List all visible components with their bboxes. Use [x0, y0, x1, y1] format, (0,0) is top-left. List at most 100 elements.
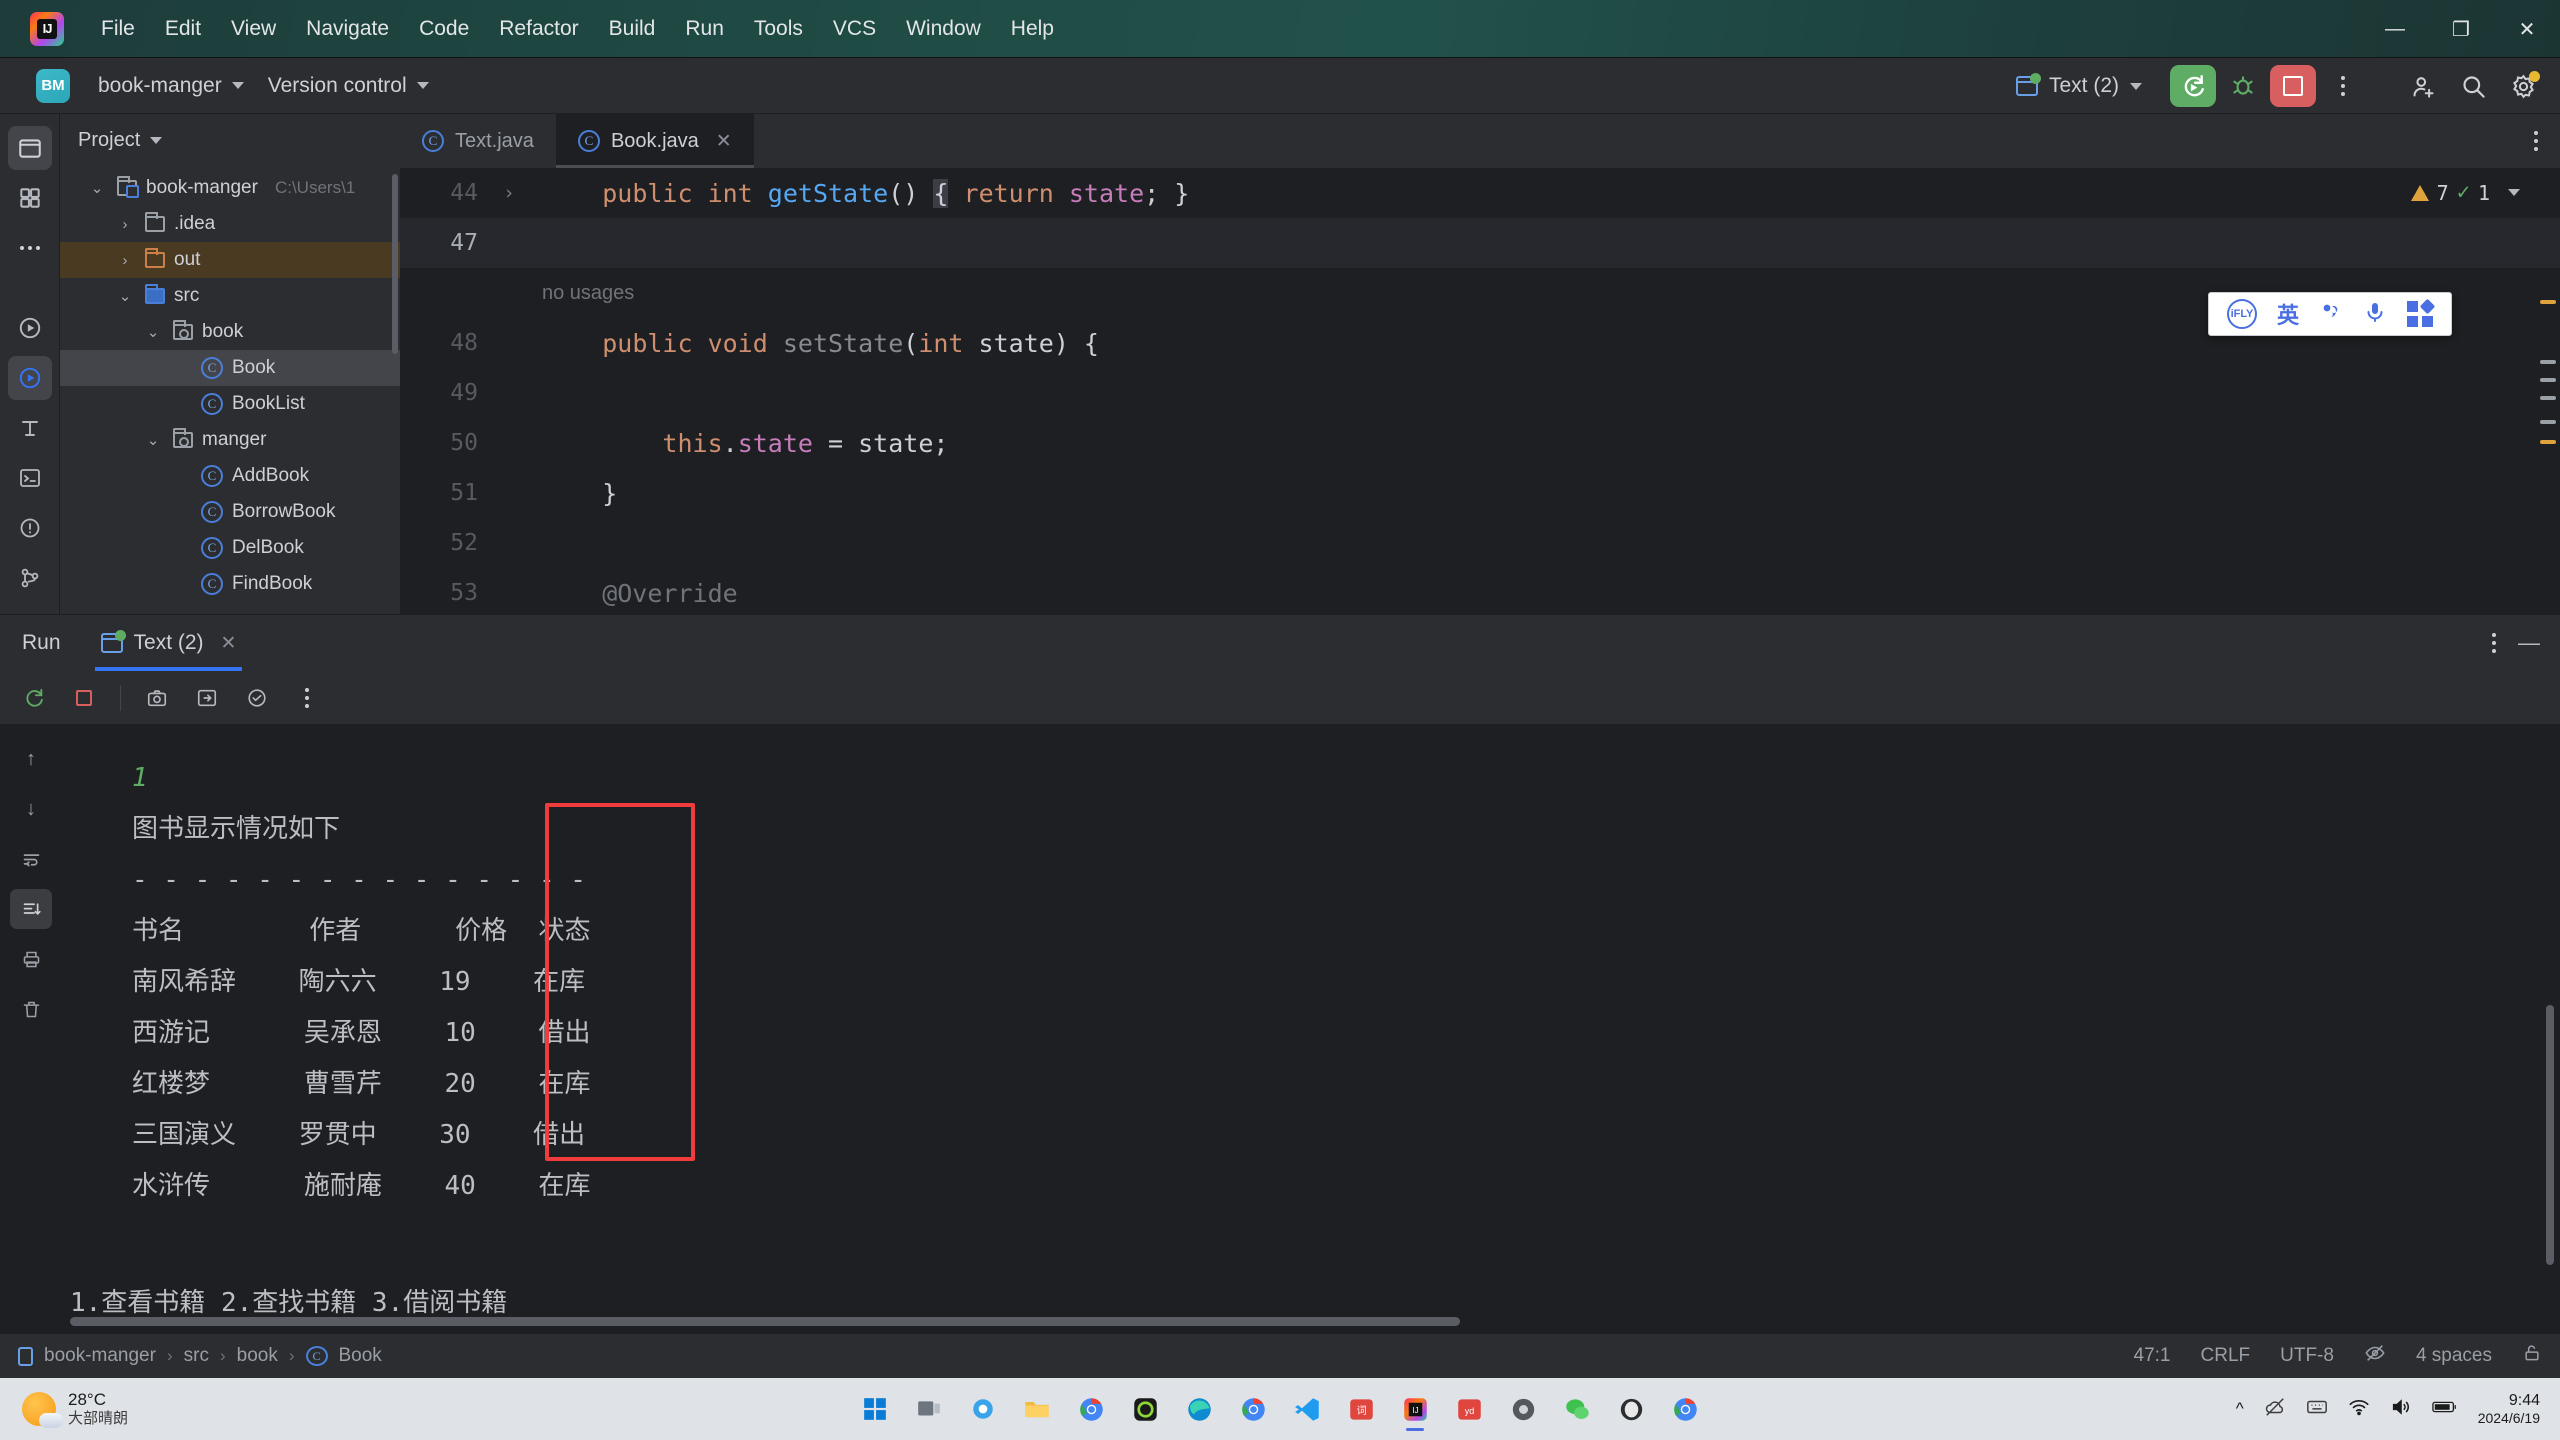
vscode-icon[interactable]	[1283, 1385, 1331, 1433]
file-encoding[interactable]: UTF-8	[2280, 1345, 2334, 1367]
print-icon[interactable]	[10, 939, 52, 979]
terminal-tool-button[interactable]	[8, 456, 52, 500]
close-tab-icon[interactable]: ✕	[716, 130, 732, 153]
rerun-icon[interactable]	[14, 679, 54, 717]
collapse-arrow-icon[interactable]: ⌄	[142, 431, 164, 449]
code-line[interactable]: 50 this.state = state;	[400, 418, 2560, 468]
breadcrumb-item-project[interactable]: book-manger	[44, 1345, 156, 1367]
tree-item-out[interactable]: › out	[60, 242, 400, 278]
problems-tool-button[interactable]	[8, 506, 52, 550]
microphone-icon[interactable]	[2363, 300, 2387, 329]
up-arrow-icon[interactable]: ↑	[10, 739, 52, 779]
qq-icon[interactable]	[1607, 1385, 1655, 1433]
widgets-icon[interactable]	[959, 1385, 1007, 1433]
menu-view[interactable]: View	[216, 11, 291, 47]
editor-options-button[interactable]	[2534, 114, 2538, 168]
tree-item-book[interactable]: ⌄ book	[60, 314, 400, 350]
breadcrumb-item-src[interactable]: src	[184, 1345, 209, 1367]
run-session-tab[interactable]: Text (2) ✕	[94, 615, 243, 671]
code-line[interactable]: 53 @Override	[400, 568, 2560, 614]
volume-icon[interactable]	[2390, 1396, 2412, 1423]
menu-window[interactable]: Window	[891, 11, 996, 47]
tree-item--idea[interactable]: › .idea	[60, 206, 400, 242]
tree-item-booklist[interactable]: C BookList	[60, 386, 400, 422]
code-line[interactable]: 51 }	[400, 468, 2560, 518]
project-panel-header[interactable]: Project	[60, 114, 400, 166]
tree-item-addbook[interactable]: C AddBook	[60, 458, 400, 494]
tree-item-src[interactable]: ⌄ src	[60, 278, 400, 314]
commit-tool-button[interactable]	[8, 176, 52, 220]
stop-button[interactable]	[2270, 65, 2316, 107]
add-user-button[interactable]	[2400, 65, 2446, 107]
version-control-selector[interactable]: Version control	[256, 68, 441, 104]
project-selector[interactable]: book-manger	[86, 68, 256, 104]
menu-code[interactable]: Code	[404, 11, 484, 47]
lock-icon[interactable]	[2522, 1343, 2542, 1369]
project-tree[interactable]: ⌄ book-manger C:\Users\1 › .idea › out ⌄ src ⌄ boo…	[60, 166, 400, 614]
menu-navigate[interactable]: Navigate	[291, 11, 404, 47]
export-icon[interactable]	[187, 679, 227, 717]
menu-run[interactable]: Run	[670, 11, 739, 47]
usage-hint[interactable]: no usages	[526, 282, 634, 305]
chrome2-icon[interactable]	[1229, 1385, 1277, 1433]
expand-arrow-icon[interactable]: ›	[114, 252, 136, 269]
tree-item-book[interactable]: C Book	[60, 350, 400, 386]
structure-tool-button[interactable]	[8, 406, 52, 450]
debug-button[interactable]	[2220, 65, 2266, 107]
ime-toolbar[interactable]: iFLY 英	[2207, 292, 2452, 336]
chrome-icon[interactable]	[1067, 1385, 1115, 1433]
weather-widget[interactable]: 28°C 大部晴朗	[0, 1390, 128, 1428]
trash-icon[interactable]	[10, 989, 52, 1029]
minimize-button[interactable]: —	[2362, 0, 2428, 58]
expand-arrow-icon[interactable]: ›	[114, 216, 136, 233]
cloud-sync-icon[interactable]	[2264, 1396, 2286, 1423]
yd-icon[interactable]: yd	[1445, 1385, 1493, 1433]
code-line[interactable]: 47	[400, 218, 2560, 268]
code-line[interactable]: 49	[400, 368, 2560, 418]
tree-item-delbook[interactable]: C DelBook	[60, 530, 400, 566]
taskbar-clock[interactable]: 9:44 2024/6/19	[2478, 1391, 2540, 1427]
fold-arrow-icon[interactable]: ›	[492, 182, 526, 204]
project-tool-button[interactable]	[7, 126, 52, 170]
ime-language-mode[interactable]: 英	[2277, 298, 2299, 330]
battery-icon[interactable]	[2431, 1396, 2458, 1423]
tree-item-manger[interactable]: ⌄ manger	[60, 422, 400, 458]
tree-item-borrowbook[interactable]: C BorrowBook	[60, 494, 400, 530]
reader-mode-icon[interactable]	[2364, 1342, 2386, 1370]
menu-help[interactable]: Help	[996, 11, 1069, 47]
caret-position[interactable]: 47:1	[2134, 1345, 2171, 1367]
camera-icon[interactable]	[137, 679, 177, 717]
tree-item-findbook[interactable]: C FindBook	[60, 566, 400, 602]
run-configuration-selector[interactable]: Text (2)	[2006, 69, 2152, 103]
collapse-arrow-icon[interactable]: ⌄	[142, 323, 164, 341]
menu-edit[interactable]: Edit	[150, 11, 216, 47]
minimize-run-panel-button[interactable]: —	[2518, 630, 2540, 656]
circle-app-icon[interactable]	[1499, 1385, 1547, 1433]
chrome3-icon[interactable]	[1661, 1385, 1709, 1433]
run-button[interactable]	[2170, 65, 2216, 107]
run-tool-button[interactable]	[8, 306, 52, 350]
menu-build[interactable]: Build	[594, 11, 671, 47]
close-button[interactable]: ✕	[2494, 0, 2560, 58]
edge-icon[interactable]	[1175, 1385, 1223, 1433]
maximize-button[interactable]: ❐	[2428, 0, 2494, 58]
soft-wrap-toggle-icon[interactable]	[10, 839, 52, 879]
tree-scrollbar[interactable]	[392, 174, 398, 354]
menu-tools[interactable]: Tools	[739, 11, 818, 47]
wifi-icon[interactable]	[2348, 1396, 2370, 1423]
console-output[interactable]: 1 图书显示情况如下 - - - - - - - - - - - - - - - 书名…	[62, 725, 2560, 1334]
console-horizontal-scrollbar[interactable]	[70, 1317, 1460, 1326]
more-tool-windows-button[interactable]	[8, 226, 52, 270]
search-button[interactable]	[2450, 65, 2496, 107]
intellij-icon[interactable]: IJ	[1391, 1385, 1439, 1433]
tab-book-java[interactable]: C Book.java ✕	[555, 114, 754, 168]
task-view-icon[interactable]	[905, 1385, 953, 1433]
wechat-icon[interactable]	[1553, 1385, 1601, 1433]
menu-refactor[interactable]: Refactor	[484, 11, 593, 47]
breadcrumb-item-class[interactable]: Book	[339, 1345, 382, 1367]
run-panel-options-button[interactable]	[2492, 633, 2496, 653]
app-green-icon[interactable]	[1121, 1385, 1169, 1433]
tree-item-book-manger[interactable]: ⌄ book-manger C:\Users\1	[60, 170, 400, 206]
collapse-arrow-icon[interactable]: ⌄	[86, 179, 108, 197]
git-tool-button[interactable]	[8, 556, 52, 600]
